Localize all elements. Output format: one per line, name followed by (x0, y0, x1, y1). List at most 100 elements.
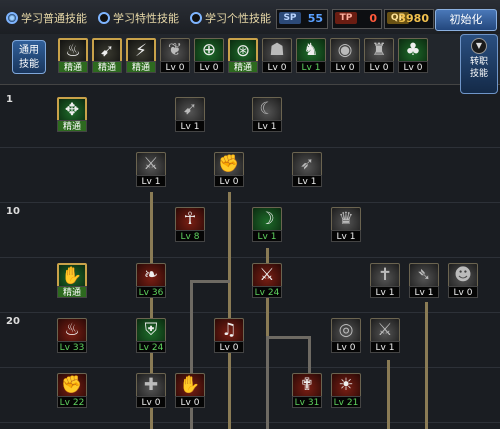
skill-glyph: ➴ (416, 265, 432, 285)
skill-level-label: Lv 0 (175, 396, 205, 408)
connector-line (190, 280, 230, 283)
grid-line (0, 257, 500, 258)
skill-level-label: Lv 22 (57, 396, 87, 408)
skill-glyph: ☾ (259, 99, 275, 119)
skill-glyph: ✋ (179, 375, 201, 395)
skill-glyph: ✊ (218, 154, 240, 174)
skill-glyph: ♨ (65, 41, 81, 61)
skill-glyph: ☻ (454, 265, 472, 285)
class-skills-toggle[interactable]: ▼ 转职 技能 (460, 34, 498, 94)
skill-glyph: ⊕ (201, 40, 217, 60)
skill-glyph: ✚ (143, 375, 159, 395)
skill-level-label: Lv 1 (296, 61, 326, 73)
skill-level-label: Lv 0 (214, 175, 244, 187)
skill-level-label: 精通 (57, 120, 87, 132)
skill-level-label: Lv 33 (57, 341, 87, 353)
skill-glyph: ◉ (337, 40, 353, 60)
skill-glyph: ♨ (64, 320, 80, 340)
row-label-20: 20 (6, 316, 20, 327)
skill-level-label: Lv 0 (448, 286, 478, 298)
skill-glyph: ☽ (259, 209, 275, 229)
top-bar: 学习普通技能 学习特性技能 学习个性技能 SP 55 TP 0 QP 3980 … (0, 0, 500, 35)
skill-level-label: Lv 1 (370, 341, 400, 353)
tab-normal-skills[interactable]: 学习普通技能 (6, 10, 87, 26)
skill-level-label: Lv 0 (194, 61, 224, 73)
sp-value: 55 (307, 12, 323, 25)
skill-level-label: Lv 0 (136, 396, 166, 408)
reset-button[interactable]: 初始化 (435, 9, 497, 31)
qp-value: 3980 (398, 12, 429, 25)
skill-glyph: ➹ (99, 41, 115, 61)
skill-level-label: Lv 1 (409, 286, 439, 298)
skill-level-label: Lv 0 (214, 341, 244, 353)
tab-trait-skills[interactable]: 学习特性技能 (98, 10, 179, 26)
skill-glyph: ⊛ (235, 41, 251, 61)
skill-level-label: Lv 1 (292, 175, 322, 187)
skill-level-label: Lv 0 (331, 341, 361, 353)
chevron-down-icon: ▼ (471, 38, 487, 54)
skill-glyph: ➹ (182, 99, 198, 119)
row-label-1: 1 (6, 94, 13, 105)
skill-glyph: ♛ (338, 209, 354, 229)
skill-level-label: Lv 21 (331, 396, 361, 408)
skill-glyph: ♫ (221, 320, 237, 340)
skill-level-label: Lv 1 (136, 175, 166, 187)
skill-level-label: Lv 8 (175, 230, 205, 242)
skill-glyph: ✋ (61, 266, 83, 286)
radio-icon (98, 12, 110, 24)
connector-line (266, 336, 269, 429)
skill-level-label: Lv 0 (330, 61, 360, 73)
skill-glyph: ➶ (299, 154, 315, 174)
skill-level-label: Lv 24 (136, 341, 166, 353)
tp-counter: TP 0 (332, 9, 382, 29)
grid-line (0, 147, 500, 148)
skill-glyph: ☗ (269, 40, 285, 60)
skill-glyph: ☀ (338, 375, 354, 395)
skill-glyph: ✥ (64, 100, 80, 120)
skill-level-label: Lv 31 (292, 396, 322, 408)
skill-glyph: ◎ (338, 320, 354, 340)
skill-glyph: ⚔ (377, 320, 393, 340)
skill-level-label: Lv 36 (136, 286, 166, 298)
skill-level-label: Lv 24 (252, 286, 282, 298)
skill-glyph: ⚔ (259, 265, 275, 285)
grid-line (0, 202, 500, 203)
skill-level-label: 精通 (126, 61, 156, 73)
qp-counter: QP 3980 (384, 9, 434, 29)
skill-level-label: Lv 0 (364, 61, 394, 73)
tab-label: 学习个性技能 (205, 12, 271, 25)
tp-icon: TP (335, 12, 357, 24)
skill-glyph: ⚔ (143, 154, 159, 174)
skill-glyph: ✊ (61, 375, 83, 395)
skill-glyph: ♣ (405, 40, 421, 60)
skill-glyph: ❧ (143, 265, 159, 285)
radio-icon (6, 12, 18, 24)
skill-glyph: ✝ (377, 265, 393, 285)
sp-icon: SP (279, 12, 301, 24)
connector-line (228, 192, 231, 429)
tab-label: 学习普通技能 (21, 12, 87, 25)
skill-glyph: ⚡ (135, 41, 147, 61)
skill-level-label: Lv 0 (160, 61, 190, 73)
skill-level-label: 精通 (228, 61, 258, 73)
connector-line (425, 302, 428, 429)
skill-glyph: ♜ (371, 40, 387, 60)
skill-level-label: Lv 1 (331, 230, 361, 242)
skill-level-label: Lv 1 (252, 120, 282, 132)
skill-level-label: Lv 1 (175, 120, 205, 132)
tab-personal-skills[interactable]: 学习个性技能 (190, 10, 271, 26)
tab-label: 学习特性技能 (113, 12, 179, 25)
tp-value: 0 (369, 12, 377, 25)
connector-line (387, 360, 390, 429)
skill-level-label: 精通 (57, 286, 87, 298)
connector-line (266, 336, 310, 339)
skill-glyph: ☥ (183, 209, 197, 229)
skill-level-label: Lv 0 (262, 61, 292, 73)
skill-glyph: ✟ (299, 375, 315, 395)
skill-level-label: Lv 0 (398, 61, 428, 73)
common-skills-label: 通用 技能 (12, 40, 46, 74)
skill-glyph: ❦ (167, 40, 183, 60)
sp-counter: SP 55 (276, 9, 328, 29)
skill-glyph: ♞ (303, 40, 319, 60)
skill-level-label: Lv 1 (370, 286, 400, 298)
